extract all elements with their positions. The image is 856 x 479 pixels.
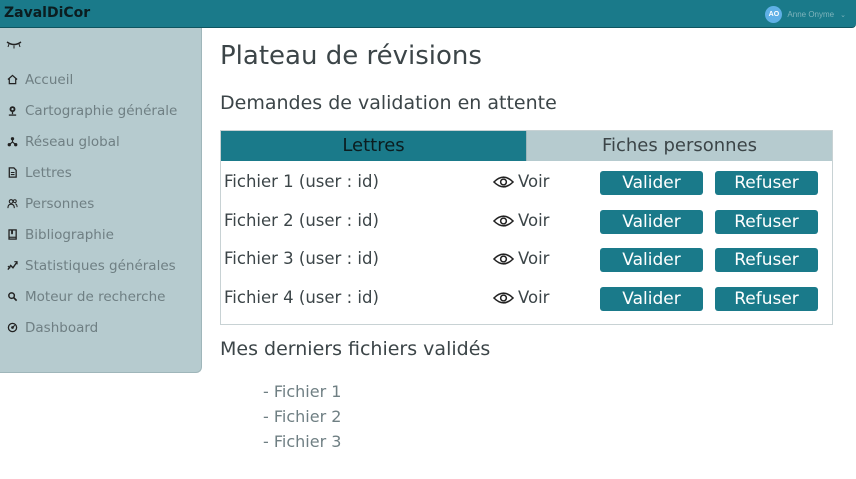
tab-lettres[interactable]: Lettres	[221, 131, 526, 161]
recent-files-title: Mes derniers fichiers validés	[220, 338, 491, 360]
sidebar-item-label: Cartographie générale	[25, 102, 178, 119]
file-name: Fichier 3 (user : id)	[224, 249, 379, 268]
table-row: Fichier 4 (user : id) Voir Valider Refus…	[221, 278, 832, 316]
sidebar-item-accueil[interactable]: Accueil	[7, 64, 177, 95]
sidebar-item-label: Réseau global	[25, 133, 120, 150]
view-button[interactable]: Voir	[493, 211, 549, 230]
sidebar-item-label: Personnes	[25, 195, 95, 212]
validate-button[interactable]: Valider	[600, 210, 703, 234]
eye-icon	[493, 291, 514, 304]
validate-button[interactable]: Valider	[600, 171, 703, 195]
view-label: Voir	[518, 211, 550, 230]
table-row: Fichier 1 (user : id) Voir Valider Refus…	[221, 162, 832, 200]
view-label: Voir	[518, 172, 550, 191]
top-bar: ZavalDiCor AO Anne Onyme ⌄	[0, 0, 856, 28]
table-row: Fichier 3 (user : id) Voir Valider Refus…	[221, 239, 832, 277]
file-name: Fichier 4 (user : id)	[224, 288, 379, 307]
list-item[interactable]: - Fichier 3	[263, 431, 341, 456]
view-button[interactable]: Voir	[493, 249, 549, 268]
list-item[interactable]: - Fichier 1	[263, 381, 341, 406]
table-row: Fichier 2 (user : id) Voir Valider Refus…	[221, 201, 832, 239]
validation-panel: Lettres Fiches personnes Fichier 1 (user…	[220, 130, 833, 325]
file-name: Fichier 2 (user : id)	[224, 211, 379, 230]
sidebar-item-label: Accueil	[25, 71, 74, 88]
book-icon	[8, 229, 17, 240]
refuse-button[interactable]: Refuser	[715, 248, 818, 272]
sidebar-item-label: Lettres	[25, 164, 72, 181]
sidebar-item-personnes[interactable]: Personnes	[7, 188, 177, 219]
refuse-button[interactable]: Refuser	[715, 287, 818, 311]
refuse-button[interactable]: Refuser	[715, 210, 818, 234]
map-pin-icon	[8, 106, 17, 116]
tab-bar: Lettres Fiches personnes	[221, 131, 832, 161]
eye-icon	[493, 214, 514, 227]
sidebar-item-label: Bibliographie	[25, 226, 114, 243]
sidebar-item-dashboard[interactable]: Dashboard	[7, 312, 177, 343]
sidebar-item-label: Statistiques générales	[25, 257, 176, 274]
sidebar-item-statistiques[interactable]: Statistiques générales	[7, 250, 177, 281]
page-title: Plateau de révisions	[220, 41, 482, 71]
user-menu[interactable]: AO Anne Onyme ⌄	[765, 6, 846, 23]
view-label: Voir	[518, 288, 550, 307]
recent-files-list: - Fichier 1 - Fichier 2 - Fichier 3	[263, 381, 341, 456]
refuse-button[interactable]: Refuser	[715, 171, 818, 195]
file-name: Fichier 1 (user : id)	[224, 172, 379, 191]
chart-icon	[7, 261, 18, 271]
search-icon	[8, 292, 18, 302]
chevron-down-icon[interactable]: ⌄	[840, 11, 846, 19]
app-title[interactable]: ZavalDiCor	[4, 5, 90, 21]
view-button[interactable]: Voir	[493, 172, 549, 191]
sidebar-item-label: Moteur de recherche	[25, 288, 166, 305]
sidebar-item-lettres[interactable]: Lettres	[7, 157, 177, 188]
validate-button[interactable]: Valider	[600, 248, 703, 272]
tab-fiches-personnes[interactable]: Fiches personnes	[526, 131, 832, 161]
letter-icon	[8, 167, 17, 178]
pending-requests-title: Demandes de validation en attente	[220, 92, 557, 114]
sidebar-item-cartographie[interactable]: Cartographie générale	[7, 95, 177, 126]
sidebar: Accueil Cartographie générale Réseau glo…	[0, 28, 202, 373]
people-icon	[7, 199, 18, 209]
view-label: Voir	[518, 249, 550, 268]
sidebar-item-reseau[interactable]: Réseau global	[7, 126, 177, 157]
validate-button[interactable]: Valider	[600, 287, 703, 311]
sidebar-nav: Accueil Cartographie générale Réseau glo…	[7, 64, 177, 343]
network-icon	[7, 137, 18, 147]
user-name[interactable]: Anne Onyme	[787, 10, 834, 19]
eye-icon	[493, 252, 514, 265]
dashboard-icon	[7, 322, 18, 333]
menu-toggle-icon[interactable]	[6, 40, 22, 50]
view-button[interactable]: Voir	[493, 288, 549, 307]
list-item[interactable]: - Fichier 2	[263, 406, 341, 431]
sidebar-item-moteur-recherche[interactable]: Moteur de recherche	[7, 281, 177, 312]
avatar[interactable]: AO	[765, 6, 783, 23]
sidebar-item-bibliographie[interactable]: Bibliographie	[7, 219, 177, 250]
eye-icon	[493, 175, 514, 188]
sidebar-item-label: Dashboard	[25, 319, 99, 336]
home-icon	[7, 74, 18, 85]
